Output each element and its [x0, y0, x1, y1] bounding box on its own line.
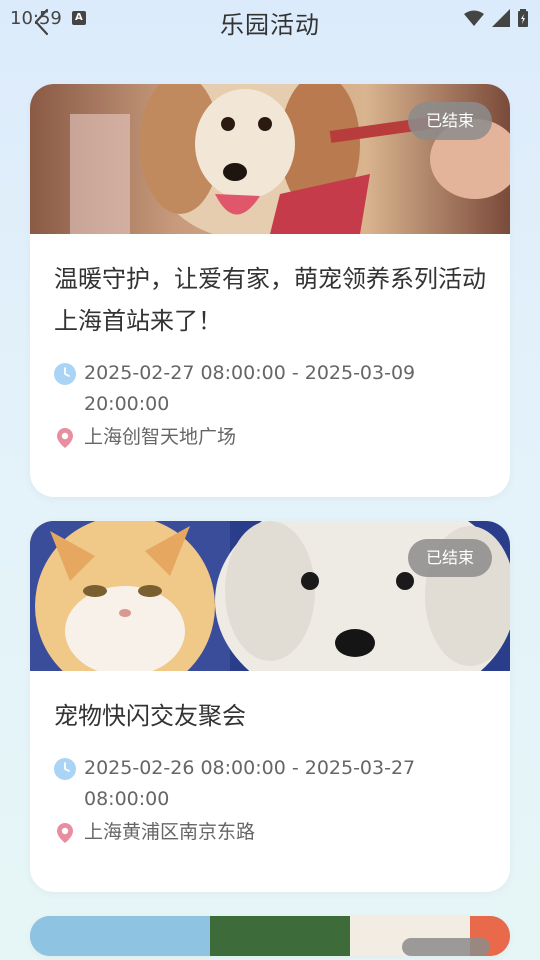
event-title: 宠物快闪交友聚会 — [54, 702, 246, 730]
event-image-partial — [30, 916, 510, 956]
event-image-dog: 已结束 — [30, 84, 510, 234]
event-title: 温暖守护，让爱有家，萌宠领养系列活动上海首站来了！ — [54, 265, 486, 335]
event-time-range: 2025-02-27 08:00:00 - 2025-03-09 20:00:0… — [84, 362, 416, 415]
event-image-cat-dog: 已结束 — [30, 521, 510, 671]
event-card[interactable] — [30, 916, 510, 956]
event-list: 已结束 温暖守护，让爱有家，萌宠领养系列活动上海首站来了！ 2025-02-27… — [30, 84, 510, 956]
event-time-row: 2025-02-26 08:00:00 - 2025-03-27 08:00:0… — [54, 753, 486, 815]
clock-icon — [54, 758, 76, 780]
event-time-range: 2025-02-26 08:00:00 - 2025-03-27 08:00:0… — [84, 757, 416, 810]
status-badge: 已结束 — [407, 102, 492, 140]
event-card[interactable]: 已结束 宠物快闪交友聚会 2025-02-26 08:00:00 - 2025-… — [30, 521, 510, 892]
back-button[interactable] — [28, 8, 56, 36]
event-location: 上海黄浦区南京东路 — [84, 821, 256, 843]
event-card[interactable]: 已结束 温暖守护，让爱有家，萌宠领养系列活动上海首站来了！ 2025-02-27… — [30, 84, 510, 497]
event-location-row: 上海创智天地广场 — [54, 422, 486, 453]
location-pin-icon — [57, 428, 73, 448]
clock-icon — [54, 363, 76, 385]
event-location: 上海创智天地广场 — [84, 426, 237, 448]
event-location-row: 上海黄浦区南京东路 — [54, 817, 486, 848]
event-card-body: 宠物快闪交友聚会 2025-02-26 08:00:00 - 2025-03-2… — [30, 671, 510, 892]
event-card-body: 温暖守护，让爱有家，萌宠领养系列活动上海首站来了！ 2025-02-27 08:… — [30, 234, 510, 497]
back-arrow-icon — [34, 8, 49, 36]
page-title: 乐园活动 — [220, 10, 320, 39]
header: 乐园活动 — [0, 0, 540, 44]
status-badge: 已结束 — [407, 539, 492, 577]
event-time-row: 2025-02-27 08:00:00 - 2025-03-09 20:00:0… — [54, 358, 486, 420]
location-pin-icon — [57, 823, 73, 843]
